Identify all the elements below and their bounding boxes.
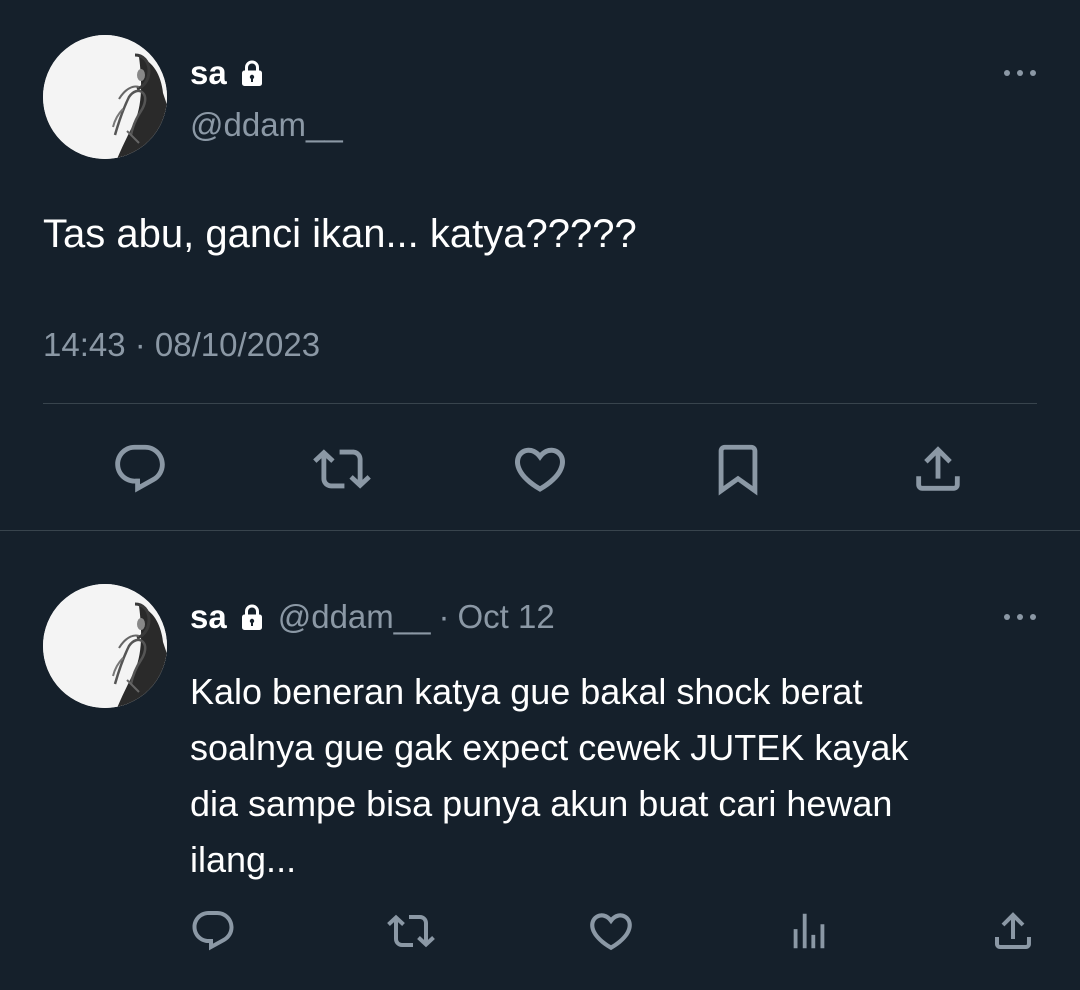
retweet-icon — [387, 907, 435, 955]
avatar[interactable] — [43, 584, 167, 708]
share-icon — [989, 907, 1037, 955]
views-button[interactable] — [784, 906, 834, 956]
user-handle[interactable]: @ddam__ — [190, 106, 343, 144]
avatar[interactable] — [43, 35, 167, 159]
reply-text-line: dia sampe bisa punya akun buat cari hewa… — [190, 783, 893, 824]
more-icon[interactable] — [1002, 68, 1038, 78]
bookmark-icon — [709, 440, 767, 498]
reply-header: sa @ddam__ · Oct 12 — [190, 596, 555, 638]
reply-text-line: ilang... — [190, 839, 297, 880]
reply-text-line: Kalo beneran katya gue bakal shock berat — [190, 671, 863, 712]
like-button[interactable] — [510, 440, 570, 498]
author-name-row: sa — [190, 52, 264, 94]
display-name[interactable]: sa — [190, 598, 227, 636]
main-tweet: sa @ddam__ Tas abu, ganci ikan... katya?… — [0, 0, 1080, 530]
reply-time[interactable]: Oct 12 — [457, 598, 554, 636]
like-button[interactable] — [586, 906, 636, 956]
separator-dot: · — [438, 598, 450, 635]
reply-icon — [111, 440, 169, 498]
more-icon[interactable] — [1002, 612, 1038, 622]
views-icon — [786, 908, 832, 954]
lock-icon — [240, 59, 264, 87]
retweet-button[interactable] — [312, 440, 372, 498]
retweet-button[interactable] — [386, 906, 436, 956]
retweet-icon — [313, 440, 371, 498]
like-icon — [586, 906, 636, 956]
lock-icon — [240, 603, 264, 631]
reply-text-line: soalnya gue gak expect cewek JUTEK kayak — [190, 727, 909, 768]
bookmark-button[interactable] — [708, 440, 768, 498]
share-icon — [909, 440, 967, 498]
tweet-separator — [0, 530, 1080, 531]
avatar-image — [43, 584, 167, 708]
user-handle[interactable]: @ddam__ — [278, 598, 431, 636]
reply-button[interactable] — [110, 440, 170, 498]
display-name[interactable]: sa — [190, 54, 227, 92]
like-icon — [510, 439, 570, 499]
divider — [43, 403, 1037, 404]
reply-icon — [189, 907, 237, 955]
share-button[interactable] — [908, 440, 968, 498]
tweet-timestamp[interactable]: 14:43 · 08/10/2023 — [43, 326, 320, 364]
reply-text: Kalo beneran katya gue bakal shock berat… — [190, 664, 1050, 888]
share-button[interactable] — [988, 906, 1038, 956]
reply-button[interactable] — [188, 906, 238, 956]
avatar-image — [43, 35, 167, 159]
tweet-text: Tas abu, ganci ikan... katya????? — [43, 212, 637, 256]
